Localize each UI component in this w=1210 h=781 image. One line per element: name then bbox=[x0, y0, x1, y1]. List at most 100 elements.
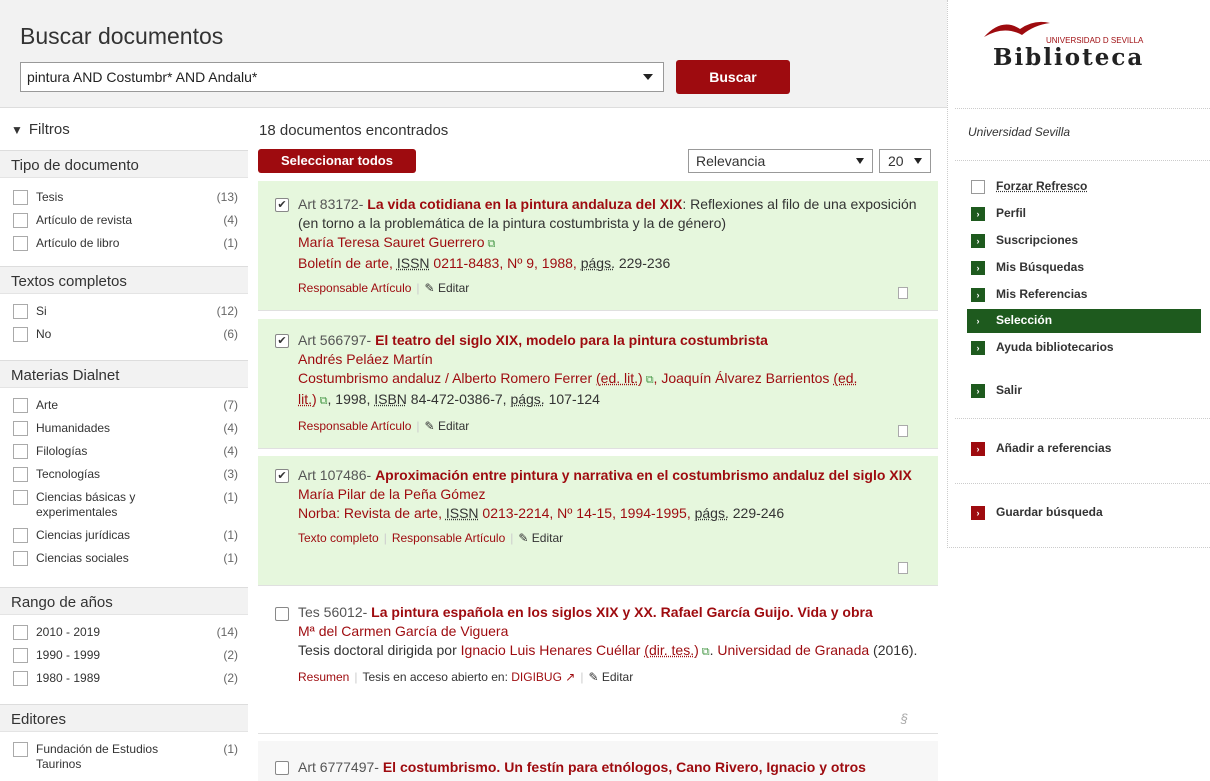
filter-item[interactable]: Ciencias jurídicas (1) bbox=[0, 524, 248, 547]
record-title-link[interactable]: La vida cotidiana en la pintura andaluza… bbox=[367, 196, 682, 212]
result-record: Tes 56012- La pintura española en los si… bbox=[258, 594, 938, 734]
edit-link[interactable]: Editar bbox=[532, 531, 563, 545]
record-title-link[interactable]: Aproximación entre pintura y narrativa e… bbox=[375, 467, 912, 483]
menu-mis-referencias[interactable]: › Mis Referencias bbox=[967, 283, 1201, 307]
chevron-right-icon: › bbox=[971, 234, 985, 248]
search-header: Buscar documentos pintura AND Costumbr* … bbox=[0, 0, 947, 108]
checkbox[interactable] bbox=[13, 398, 28, 413]
filter-item[interactable]: Fundación de Estudios Taurinos (1) bbox=[0, 738, 248, 776]
filter-item[interactable]: Ciencias sociales (1) bbox=[0, 547, 248, 570]
checkbox[interactable] bbox=[13, 490, 28, 505]
filter-item[interactable]: Tesis (13) bbox=[0, 186, 248, 209]
document-icon[interactable] bbox=[898, 562, 908, 574]
wrench-icon: ✎ bbox=[518, 531, 529, 545]
logo-title: Biblioteca bbox=[993, 44, 1145, 71]
filter-item[interactable]: Humanidades (4) bbox=[0, 417, 248, 440]
checkbox[interactable] bbox=[13, 304, 28, 319]
wrench-icon: ✎ bbox=[424, 419, 435, 433]
results-count: 18 documentos encontrados bbox=[259, 122, 449, 139]
filter-item[interactable]: 2010 - 2019 (14) bbox=[0, 621, 248, 644]
save-search-button[interactable]: › Guardar búsqueda bbox=[967, 501, 1201, 525]
filter-item[interactable]: Si (12) bbox=[0, 300, 248, 323]
checkbox[interactable] bbox=[13, 742, 28, 757]
checkbox[interactable] bbox=[13, 421, 28, 436]
external-link-icon: ↗ bbox=[565, 670, 576, 684]
record-checkbox[interactable]: ✔ bbox=[275, 334, 289, 348]
filter-group-title: Textos completos bbox=[0, 266, 248, 294]
responsible-link[interactable]: Responsable Artículo bbox=[298, 419, 411, 433]
menu-perfil[interactable]: › Perfil bbox=[967, 202, 1201, 226]
responsible-link[interactable]: Responsable Artículo bbox=[392, 531, 505, 545]
wrench-icon: ✎ bbox=[588, 670, 599, 684]
checkbox[interactable] bbox=[13, 236, 28, 251]
add-references-button[interactable]: › Añadir a referencias bbox=[967, 437, 1201, 461]
checkbox[interactable] bbox=[13, 467, 28, 482]
record-checkbox[interactable]: ✔ bbox=[275, 469, 289, 483]
author-link[interactable]: Andrés Peláez Martín bbox=[298, 351, 433, 367]
checkbox[interactable] bbox=[13, 213, 28, 228]
menu-seleccion[interactable]: › Selección bbox=[967, 309, 1201, 333]
edit-link[interactable]: Editar bbox=[438, 419, 469, 433]
chevron-down-icon bbox=[856, 158, 864, 164]
responsible-link[interactable]: Responsable Artículo bbox=[298, 281, 411, 295]
record-checkbox[interactable]: ✔ bbox=[275, 198, 289, 212]
document-icon[interactable] bbox=[898, 287, 908, 299]
author-link[interactable]: María Pilar de la Peña Gómez bbox=[298, 486, 486, 502]
per-page-select[interactable]: 20 bbox=[879, 149, 931, 173]
checkbox[interactable] bbox=[971, 180, 985, 194]
filters-sidebar: ▼ Filtros Tipo de documento Tesis (13) Art… bbox=[0, 114, 248, 773]
menu-mis-busquedas[interactable]: › Mis Búsquedas bbox=[967, 256, 1201, 280]
chevron-right-icon: › bbox=[971, 288, 985, 302]
menu-salir[interactable]: › Salir bbox=[967, 379, 1201, 403]
filter-item[interactable]: No (6) bbox=[0, 323, 248, 346]
wrench-icon: ✎ bbox=[424, 281, 435, 295]
filter-item[interactable]: Tecnologías (3) bbox=[0, 463, 248, 486]
checkbox[interactable] bbox=[13, 444, 28, 459]
filter-item[interactable]: Artículo de libro (1) bbox=[0, 232, 248, 255]
university-name: Universidad Sevilla bbox=[968, 125, 1071, 139]
checkbox[interactable] bbox=[13, 671, 28, 686]
library-logo bbox=[984, 21, 1050, 37]
record-title-link[interactable]: La pintura española en los siglos XIX y … bbox=[371, 604, 873, 620]
document-icon[interactable] bbox=[898, 425, 908, 437]
chevron-right-icon: › bbox=[976, 316, 980, 326]
filter-item[interactable]: Artículo de revista (4) bbox=[0, 209, 248, 232]
record-title-link[interactable]: El teatro del siglo XIX, modelo para la … bbox=[375, 332, 768, 348]
search-button[interactable]: Buscar bbox=[676, 60, 790, 94]
result-record: ✔ Art 107486- Aproximación entre pintura… bbox=[258, 456, 938, 586]
chevron-right-icon: › bbox=[971, 261, 985, 275]
record-checkbox[interactable] bbox=[275, 607, 289, 621]
director-link[interactable]: Ignacio Luis Henares Cuéllar bbox=[461, 642, 641, 658]
filter-item[interactable]: Arte (7) bbox=[0, 394, 248, 417]
abstract-link[interactable]: Resumen bbox=[298, 670, 349, 684]
filters-heading: ▼ Filtros bbox=[11, 121, 70, 138]
full-text-link[interactable]: Texto completo bbox=[298, 531, 379, 545]
checkbox[interactable] bbox=[13, 190, 28, 205]
source-link[interactable]: Boletín de arte, bbox=[298, 255, 397, 271]
checkbox[interactable] bbox=[13, 327, 28, 342]
menu-suscripciones[interactable]: › Suscripciones bbox=[967, 229, 1201, 253]
chevron-down-icon[interactable] bbox=[643, 74, 653, 80]
edit-link[interactable]: Editar bbox=[438, 281, 469, 295]
select-all-button[interactable]: Seleccionar todos bbox=[258, 149, 416, 173]
filter-item[interactable]: Filologías (4) bbox=[0, 440, 248, 463]
checkbox[interactable] bbox=[13, 625, 28, 640]
menu-ayuda-bibliotecarios[interactable]: › Ayuda bibliotecarios bbox=[967, 336, 1201, 360]
source-link[interactable]: Norba: Revista de arte, bbox=[298, 505, 446, 521]
digibug-link[interactable]: DIGIBUG bbox=[511, 670, 562, 684]
results-panel: 18 documentos encontrados Seleccionar to… bbox=[258, 114, 938, 781]
author-link[interactable]: Mª del Carmen García de Viguera bbox=[298, 623, 508, 639]
search-input[interactable]: pintura AND Costumbr* AND Andalu* bbox=[20, 62, 664, 92]
author-link[interactable]: María Teresa Sauret Guerrero bbox=[298, 234, 485, 250]
filter-item[interactable]: Ciencias básicas y experimentales (1) bbox=[0, 486, 248, 524]
checkbox[interactable] bbox=[13, 551, 28, 566]
result-record: Art 6777497- El costumbrismo. Un festín … bbox=[258, 741, 938, 781]
filter-item[interactable]: 1990 - 1999 (2) bbox=[0, 644, 248, 667]
checkbox[interactable] bbox=[13, 648, 28, 663]
checkbox[interactable] bbox=[13, 528, 28, 543]
filter-item[interactable]: 1980 - 1989 (2) bbox=[0, 667, 248, 690]
filter-group-title: Materias Dialnet bbox=[0, 360, 248, 388]
edit-link[interactable]: Editar bbox=[602, 670, 633, 684]
sort-select[interactable]: Relevancia bbox=[688, 149, 873, 173]
menu-forzar-refresco[interactable]: Forzar Refresco bbox=[967, 175, 1201, 199]
